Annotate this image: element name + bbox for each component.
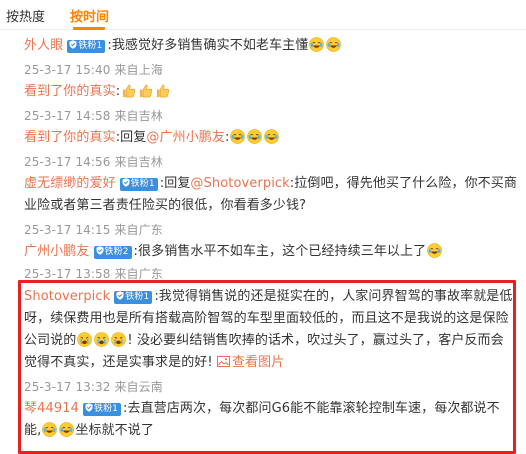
fan-badge-icon[interactable]: 铁粉2 <box>93 246 132 259</box>
comment-text: :我感觉好多销售确实不如老车主懂 <box>107 38 309 53</box>
comment-meta: 25-3-17 14:56 来自吉林 <box>24 155 163 169</box>
comment-meta: 25-3-17 13:58 来自广东 <box>24 267 163 281</box>
thumbs-up-emoji <box>155 83 170 98</box>
comment-text-line: 呀，续保费用也是所有搭载高阶智驾的车型里面较低的，而且这不是我说的这是保险 <box>24 311 509 326</box>
cry-emoji <box>111 332 126 347</box>
thumbs-up-emoji <box>121 83 136 98</box>
cry-emoji <box>77 332 92 347</box>
comment-text-line: 觉得不真实，还是实事求是的好! 查看图片 <box>24 353 514 373</box>
thumbs-up-emoji <box>138 83 153 98</box>
comment-text: : <box>115 84 121 99</box>
comment-3: 看到了你的真实:回复@广州小鹏友: <box>24 128 514 148</box>
comment-meta: 25-3-17 14:58 来自吉林 <box>24 109 163 123</box>
comment-5: 广州小鹏友 铁粉2 :很多销售水平不如车主，这个已经持续三年以上了 <box>24 242 514 262</box>
fan-badge-icon[interactable]: 铁粉1 <box>82 403 121 416</box>
comment-text: :回复 <box>159 176 191 191</box>
comment-7: 琴44914 铁粉1 :去直营店两次，每次都问G6能不能靠滚轮控制车速，每次都说不 <box>24 399 514 419</box>
comment-username[interactable]: 看到了你的真实 <box>24 84 116 99</box>
comment-1: 外人眼 铁粉1 :我感觉好多销售确实不如老车主懂 <box>24 36 514 56</box>
laugh-cry-emoji <box>59 422 74 437</box>
fan-badge-label: 铁粉1 <box>130 179 155 189</box>
tab-by-time[interactable]: 按时间 <box>70 6 109 25</box>
sort-tabs: 按热度 按时间 <box>0 0 526 30</box>
comment-text: 觉得不真实，还是实事求是的好! <box>24 355 213 370</box>
fan-badge-label: 铁粉1 <box>93 404 118 414</box>
comment-username[interactable]: 琴44914 <box>24 401 79 416</box>
comment-text-line: 公司说的 ! 没必要纠结销售吹捧的话术，吹过头了，赢过头了，客户反而会 <box>24 331 514 351</box>
laugh-cry-emoji <box>326 37 341 52</box>
comment-4: 虚无缥缈的爱好 铁粉1 :回复@Shotoverpick:拉倒吧，得先他买了什么险，… <box>24 174 517 194</box>
laugh-cry-emoji <box>42 422 57 437</box>
laugh-cry-emoji <box>230 129 245 144</box>
comment-text-line: 能, 坐标就不说了 <box>24 421 514 441</box>
comment-meta: 25-3-17 14:15 来自广东 <box>24 223 163 237</box>
laugh-cry-emoji <box>427 243 442 258</box>
active-tab-indicator <box>73 27 105 30</box>
picture-icon <box>216 356 230 367</box>
laugh-cry-emoji <box>247 129 262 144</box>
mention-link[interactable]: @Shotoverpick <box>190 176 289 191</box>
comment-username[interactable]: 广州小鹏友 <box>24 244 90 259</box>
view-image-label: 查看图片 <box>231 355 285 370</box>
comment-6: Shotoverpick 铁粉1 :我觉得销售说的还是挺实在的，人家问界智驾的事故率… <box>24 287 514 307</box>
fan-badge-label: 铁粉1 <box>125 292 150 302</box>
comment-username[interactable]: 看到了你的真实 <box>24 130 116 145</box>
comment-text: 能, <box>24 423 42 438</box>
comment-text: ! 没必要纠结销售吹捧的话术，吹过头了，赢过头了，客户反而会 <box>127 333 504 348</box>
fan-badge-icon[interactable]: 铁粉1 <box>114 291 153 304</box>
comment-text: :回复 <box>115 130 147 145</box>
fan-badge-label: 铁粉1 <box>78 41 103 51</box>
comment-text: 公司说的 <box>24 333 77 348</box>
cry-emoji <box>94 332 109 347</box>
comment-text: :去直营店两次，每次都问G6能不能靠滚轮控制车速，每次都说不 <box>123 401 500 416</box>
comment-text: :拉倒吧，得先他买了什么险，你不买商 <box>289 176 517 191</box>
comment-text-line: 业险或者第三者责任险买的很低，你看看多少钱? <box>24 198 307 213</box>
laugh-cry-emoji <box>309 37 324 52</box>
comment-username[interactable]: 虚无缥缈的爱好 <box>24 176 116 191</box>
view-image-link[interactable]: 查看图片 <box>216 355 285 370</box>
comment-2: 看到了你的真实: <box>24 82 514 102</box>
mention-link[interactable]: @广州小鹏友 <box>146 130 225 145</box>
comment-meta: 25-3-17 15:40 来自上海 <box>24 63 163 77</box>
comment-text: : <box>225 130 230 145</box>
tab-by-hot[interactable]: 按热度 <box>6 6 45 25</box>
comment-text: :很多销售水平不如车主，这个已经持续三年以上了 <box>133 244 427 259</box>
fan-badge-icon[interactable]: 铁粉1 <box>119 178 158 191</box>
comment-username[interactable]: Shotoverpick <box>24 289 110 304</box>
fan-badge-label: 铁粉2 <box>104 247 129 257</box>
fan-badge-icon[interactable]: 铁粉1 <box>67 40 106 53</box>
comment-text: 坐标就不说了 <box>75 423 154 438</box>
comment-username[interactable]: 外人眼 <box>24 38 63 53</box>
comment-meta: 25-3-17 13:32 来自云南 <box>24 380 163 394</box>
comment-text: :我觉得销售说的还是挺实在的，人家问界智驾的事故率就是低 <box>154 289 513 304</box>
laugh-cry-emoji <box>264 129 279 144</box>
